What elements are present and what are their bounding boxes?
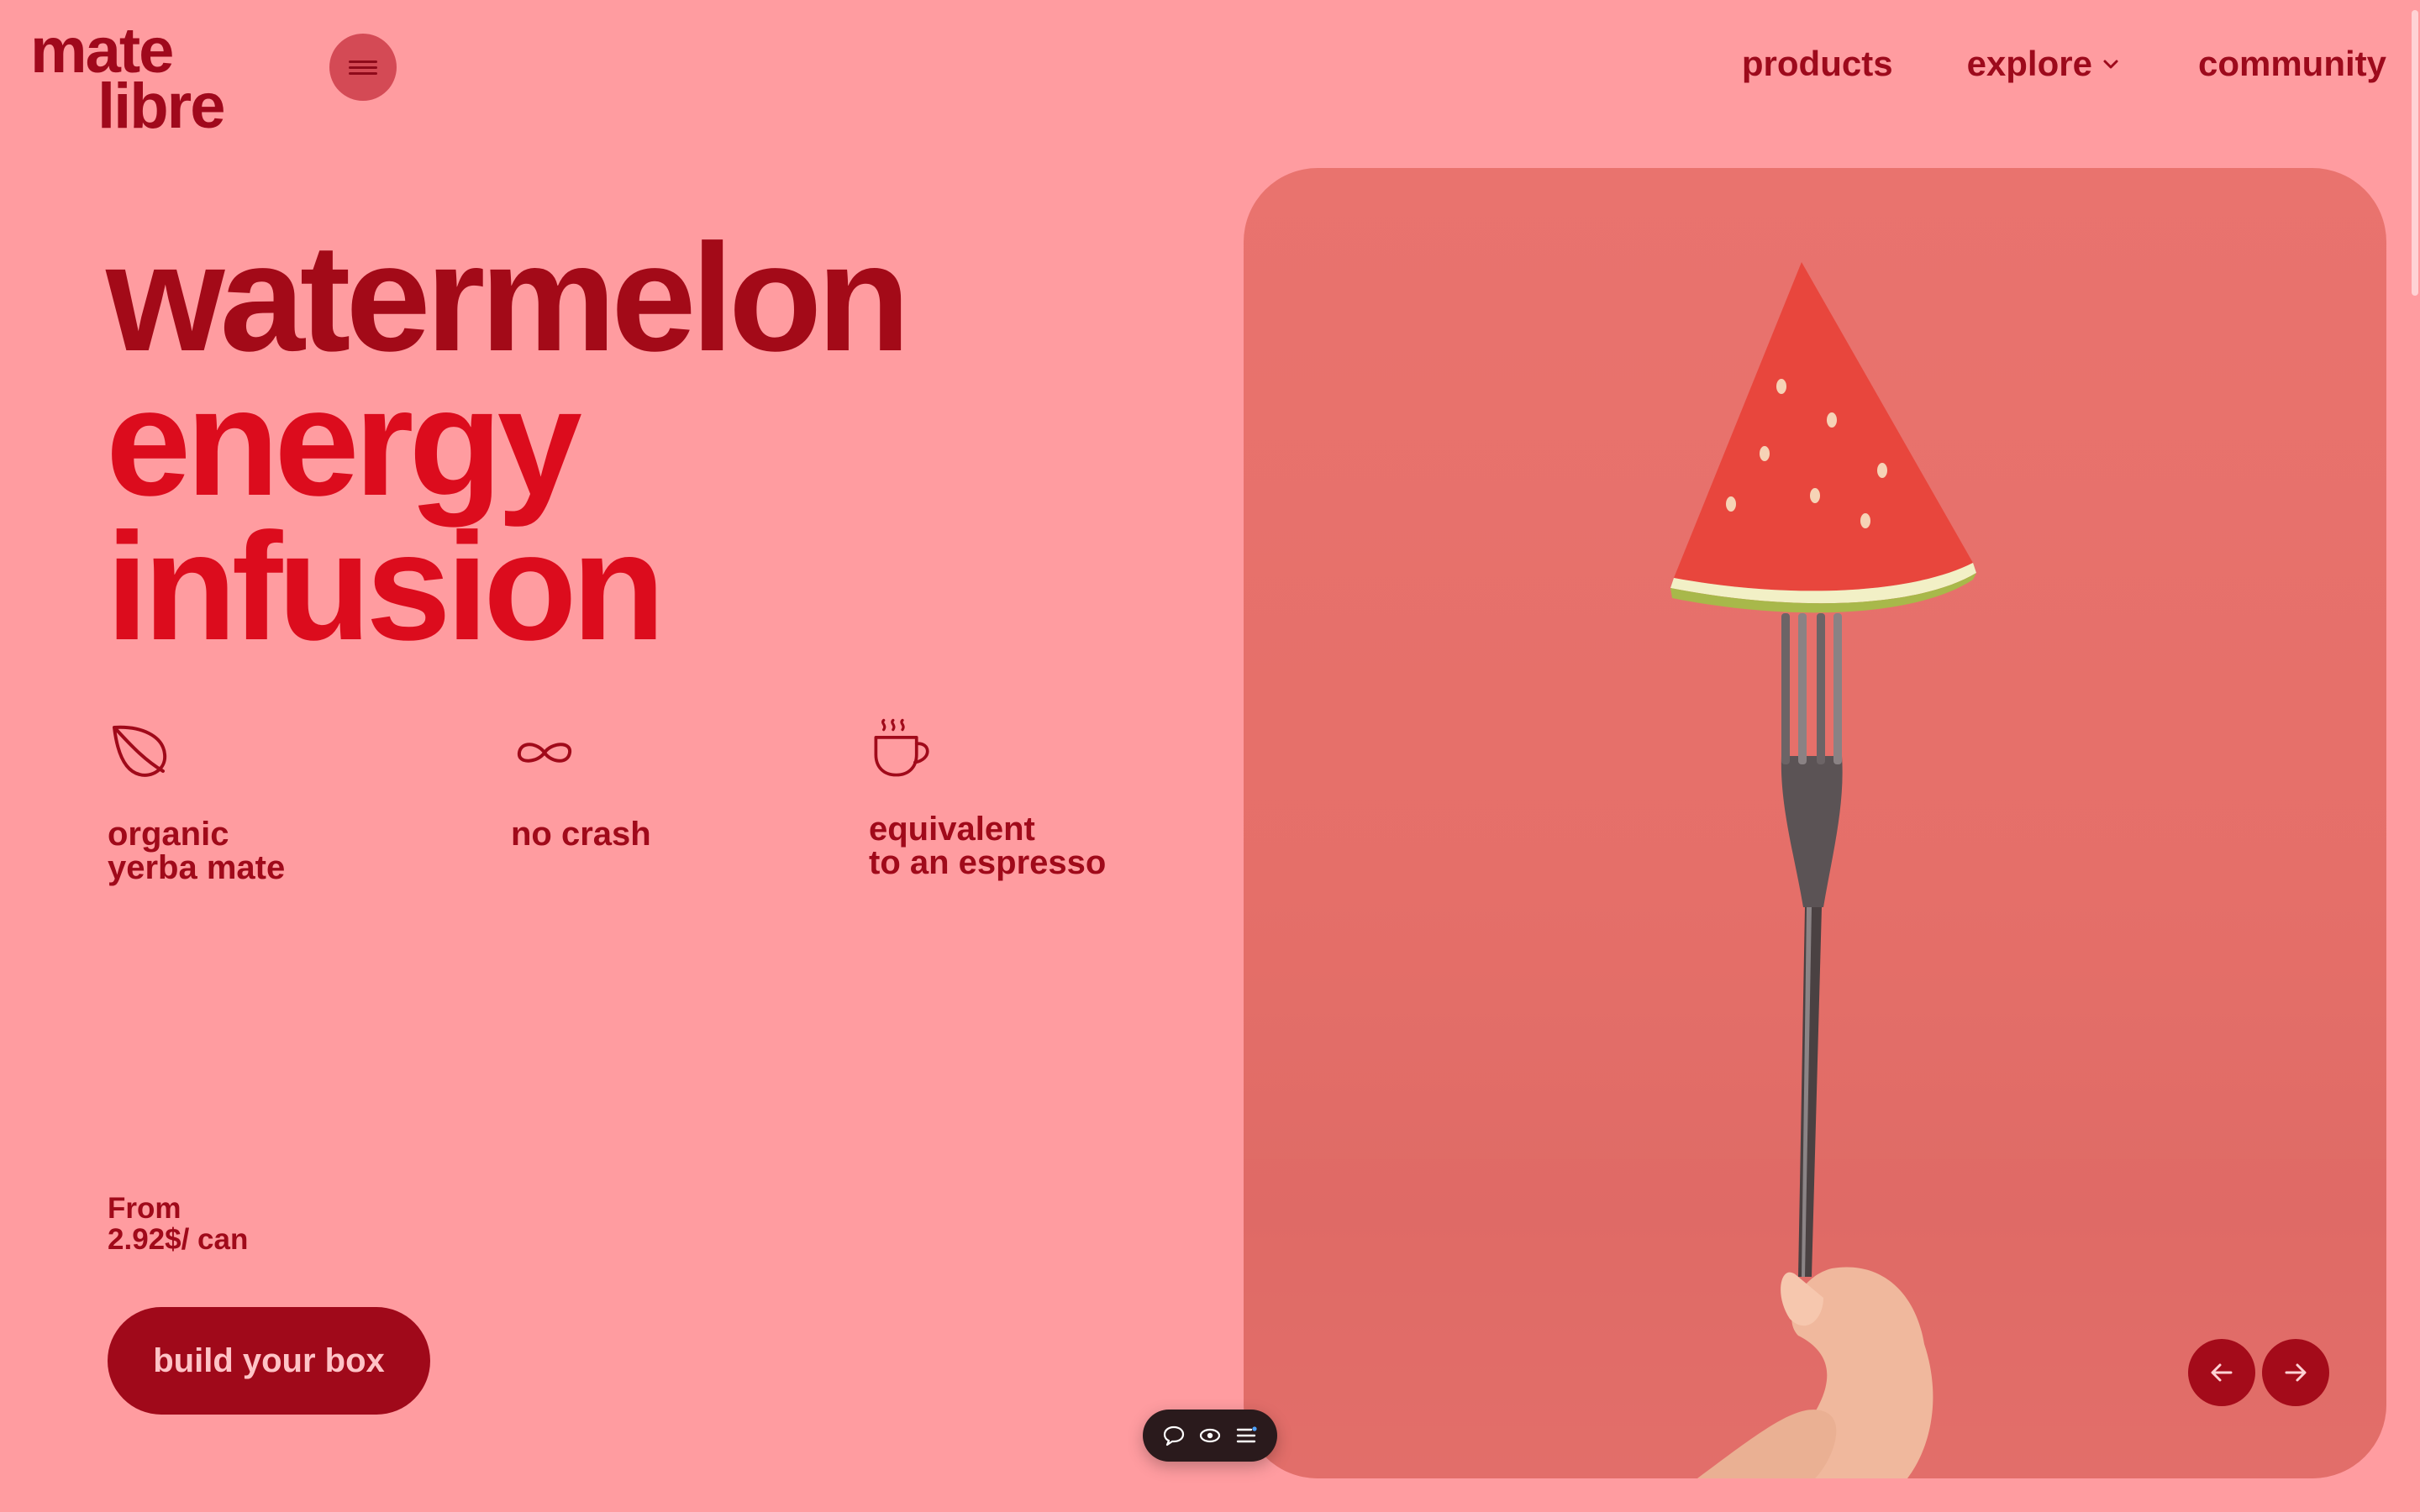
carousel-prev-button[interactable] [2188,1339,2255,1406]
chevron-down-icon [2103,60,2118,69]
headline-line-3: infusion [106,501,666,672]
arrow-right-icon [2285,1363,2307,1382]
main-nav: products explore community [1742,44,2386,84]
price-value: 2.92$/ can [108,1223,249,1256]
eye-icon[interactable] [1197,1422,1223,1449]
build-your-box-button[interactable]: build your box [108,1307,430,1415]
nav-link-explore[interactable]: explore [1967,44,2121,84]
hero-headline: watermelon energy infusion [106,212,910,672]
nav-link-explore-label: explore [1966,44,2092,83]
carousel-next-button[interactable] [2262,1339,2329,1406]
comment-icon[interactable] [1160,1422,1187,1449]
leaf-icon [113,725,167,777]
infinity-icon [518,743,571,763]
page-scrollbar[interactable] [2412,10,2418,296]
nav-link-products[interactable]: products [1742,44,1893,84]
floating-toolbar [1143,1410,1277,1462]
feature-espresso-line-1: equivalent [869,811,1035,848]
feature-organic-line-2: yerba mate [108,849,286,886]
arrow-left-icon [2211,1363,2233,1382]
headline-line-1: watermelon [106,212,910,383]
feature-organic-line-1: organic [108,816,229,853]
watermelon-fork-photo [1244,262,2386,1478]
hamburger-icon [349,57,377,78]
nav-link-community[interactable]: community [2198,44,2386,84]
feature-no-crash-line-1: no crash [511,816,651,853]
feature-no-crash: no crash [511,719,651,851]
price-info: From 2.92$/ can [108,1193,248,1255]
feature-espresso: equivalent to an espresso [869,714,1106,879]
logo[interactable]: mate libre [30,19,225,142]
price-label: From [108,1192,182,1225]
list-icon[interactable] [1233,1422,1260,1449]
page: mate libre products explore community wa… [0,0,2420,1512]
coffee-cup-icon [874,718,929,777]
feature-list: organic yerba mate no crash equivalent t… [106,718,1198,904]
feature-espresso-line-2: to an espresso [869,844,1107,881]
logo-line-2: libre [97,71,225,142]
hero-image [1244,168,2386,1478]
headline-line-2: energy [106,356,582,528]
feature-organic: organic yerba mate [108,719,285,885]
menu-button[interactable] [329,34,397,101]
